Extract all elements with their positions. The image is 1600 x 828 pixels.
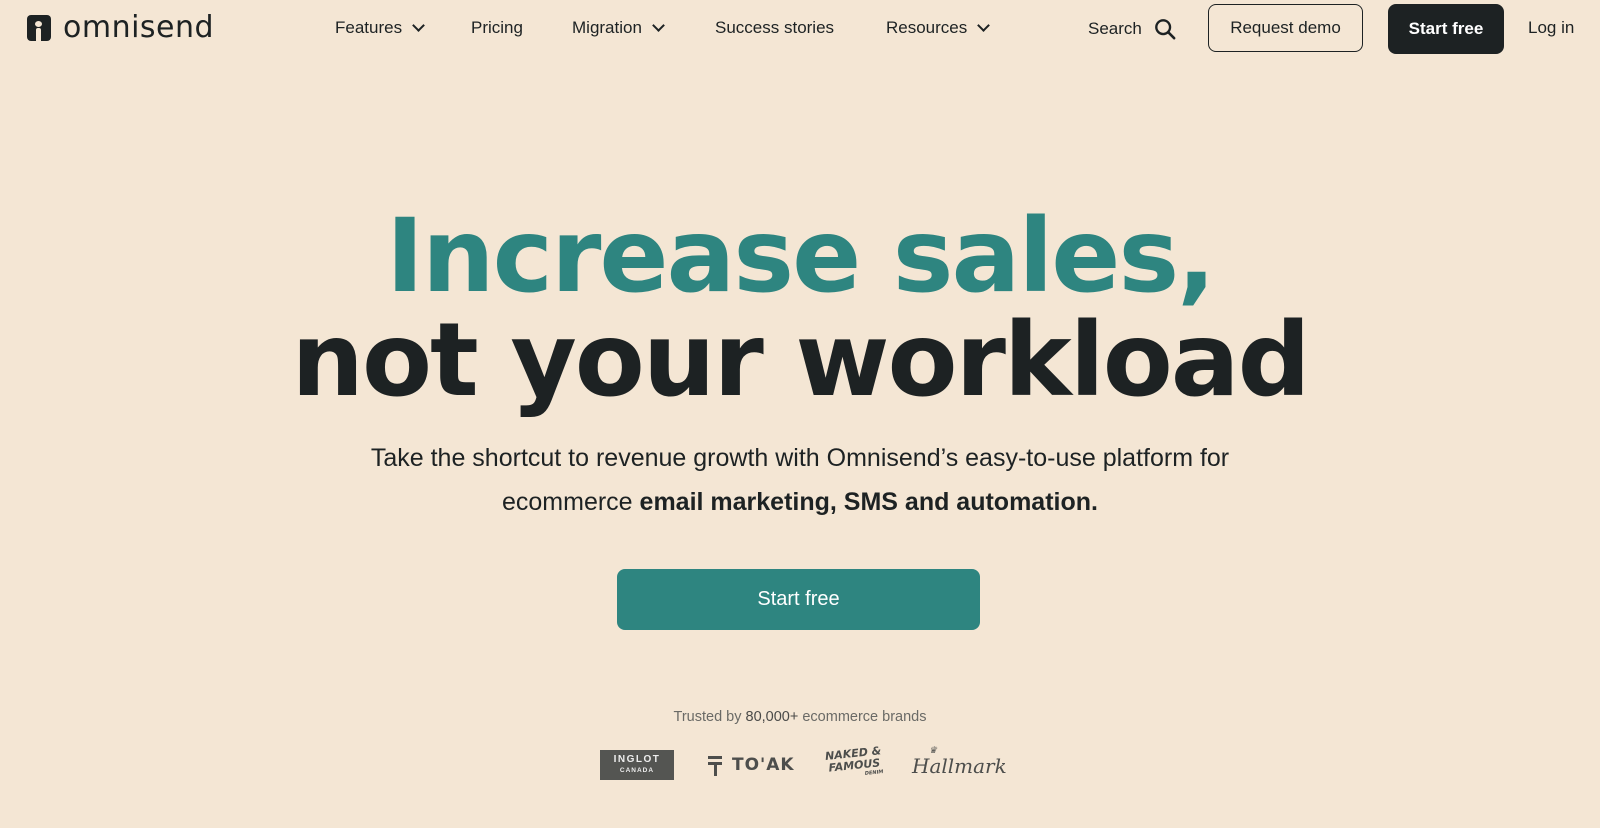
search-label: Search xyxy=(1088,19,1142,38)
nav-success-stories-label: Success stories xyxy=(715,18,835,37)
start-free-header-button[interactable]: Start free xyxy=(1388,4,1504,54)
toak-logo-icon xyxy=(708,754,722,776)
crown-icon: ♛ xyxy=(929,746,938,756)
subheadline-bold: email marketing, SMS and automation. xyxy=(639,488,1098,516)
logo-text: omnisend xyxy=(63,10,215,45)
nav-migration-label: Migration xyxy=(572,18,642,37)
hero-subheadline: Take the shortcut to revenue growth with… xyxy=(0,436,1600,524)
trusted-prefix: Trusted by xyxy=(673,709,746,725)
trusted-count: 80,000+ xyxy=(745,709,799,725)
search-icon xyxy=(1154,19,1176,40)
search-button[interactable]: Search xyxy=(1088,18,1176,40)
headline-line-2: not your workload xyxy=(291,301,1310,420)
nav-success-stories[interactable]: Success stories xyxy=(715,18,834,38)
brand-toak-name: TO'AK xyxy=(732,755,795,775)
start-free-cta-button[interactable]: Start free xyxy=(617,569,980,630)
nav-resources[interactable]: Resources xyxy=(886,18,991,38)
chevron-down-icon xyxy=(652,19,665,32)
chevron-down-icon xyxy=(977,19,991,32)
omnisend-logo-icon xyxy=(27,15,51,41)
nav-features-label: Features xyxy=(335,18,403,37)
nav-resources-label: Resources xyxy=(886,18,968,37)
chevron-down-icon xyxy=(412,19,425,32)
brand-logo-inglot: INGLOT CANADA xyxy=(600,750,674,780)
brand-logos: INGLOT CANADA TO'AK NAKED & FAMOUS DENIM… xyxy=(0,744,1600,782)
nav-features[interactable]: Features xyxy=(335,18,425,38)
nav-pricing[interactable]: Pricing xyxy=(471,18,523,38)
log-in-link[interactable]: Log in xyxy=(1528,18,1574,38)
brand-inglot-sub: CANADA xyxy=(619,767,655,774)
omnisend-logo[interactable]: omnisend xyxy=(27,13,214,43)
brand-logo-hallmark: ♛ Hallmark xyxy=(912,746,1007,778)
brand-hallmark-name: Hallmark xyxy=(912,754,1007,778)
nav-pricing-label: Pricing xyxy=(471,18,523,37)
headline-line-1: Increase sales, xyxy=(386,197,1216,316)
brand-inglot-name: INGLOT xyxy=(613,754,661,765)
request-demo-button[interactable]: Request demo xyxy=(1208,4,1363,52)
trusted-by-text: Trusted by 80,000+ ecommerce brands xyxy=(0,709,1600,725)
subheadline-text-2: ecommerce xyxy=(502,488,640,516)
brand-logo-naked-famous: NAKED & FAMOUS DENIM xyxy=(824,744,883,781)
trusted-suffix: ecommerce brands xyxy=(798,709,927,725)
top-navigation: omnisend Features Pricing Migration Succ… xyxy=(0,0,1600,58)
subheadline-text-1: Take the shortcut to revenue growth with… xyxy=(370,444,1230,472)
brand-logo-toak: TO'AK xyxy=(708,754,795,776)
nav-migration[interactable]: Migration xyxy=(572,18,665,38)
